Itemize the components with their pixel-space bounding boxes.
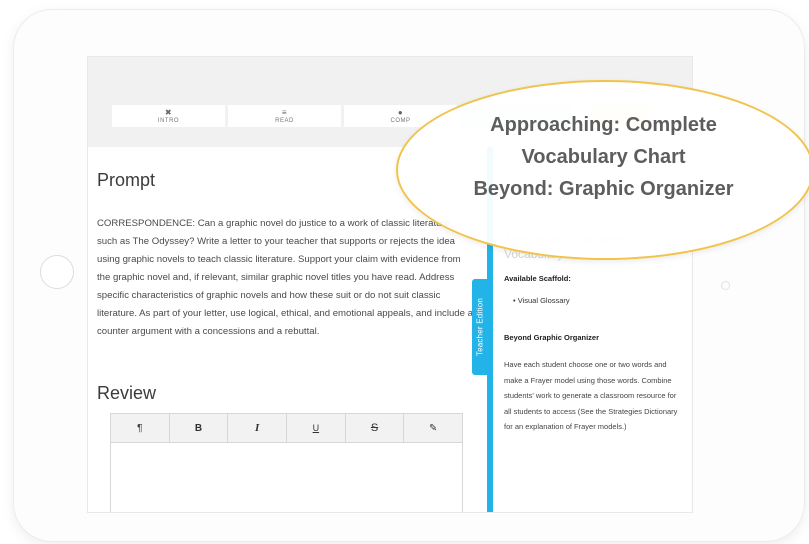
pencil-icon[interactable]: ✎ bbox=[404, 414, 462, 442]
callout-line-3: Beyond: Graphic Organizer bbox=[473, 178, 734, 200]
callout-line-2: Vocabulary Chart bbox=[521, 146, 686, 168]
tab-intro[interactable]: ✖ INTRO bbox=[112, 105, 225, 127]
underline-button[interactable]: U bbox=[287, 414, 346, 442]
prompt-title: Prompt bbox=[97, 170, 156, 190]
tab-label: INTRO bbox=[157, 118, 180, 124]
callout-line-1: Approaching: Complete bbox=[490, 114, 717, 136]
editor-toolbar: ¶ B I U S ✎ bbox=[111, 414, 462, 443]
read-icon: ≡ bbox=[281, 108, 288, 117]
available-scaffold-label: Available Scaffold: bbox=[504, 274, 571, 283]
tab-read[interactable]: ≡ READ bbox=[228, 105, 341, 127]
callout-text: Approaching: Complete Vocabulary Chart B… bbox=[432, 109, 775, 205]
tab-label: READ bbox=[275, 118, 294, 124]
beyond-text: Have each student choose one or two word… bbox=[504, 360, 678, 431]
bold-button[interactable]: B bbox=[170, 414, 229, 442]
teacher-edition-tab[interactable]: Teacher Edition bbox=[472, 279, 487, 375]
review-editor[interactable]: ¶ B I U S ✎ bbox=[110, 413, 463, 512]
prompt-text: CORRESPONDENCE: Can a graphic novel do j… bbox=[97, 218, 473, 337]
intro-icon: ✖ bbox=[164, 108, 173, 117]
scaffold-item-label: Visual Glossary bbox=[517, 296, 570, 305]
paragraph-button[interactable]: ¶ bbox=[111, 414, 170, 442]
scaffold-item: • Visual Glossary bbox=[513, 296, 570, 305]
review-title: Review bbox=[97, 383, 157, 403]
tablet-camera bbox=[721, 281, 730, 290]
tablet-home-button bbox=[40, 255, 74, 289]
strikethrough-button[interactable]: S bbox=[346, 414, 405, 442]
italic-button[interactable]: I bbox=[228, 414, 288, 442]
beyond-label: Beyond Graphic Organizer bbox=[504, 333, 600, 342]
teacher-edition-label: Teacher Edition bbox=[475, 297, 484, 357]
